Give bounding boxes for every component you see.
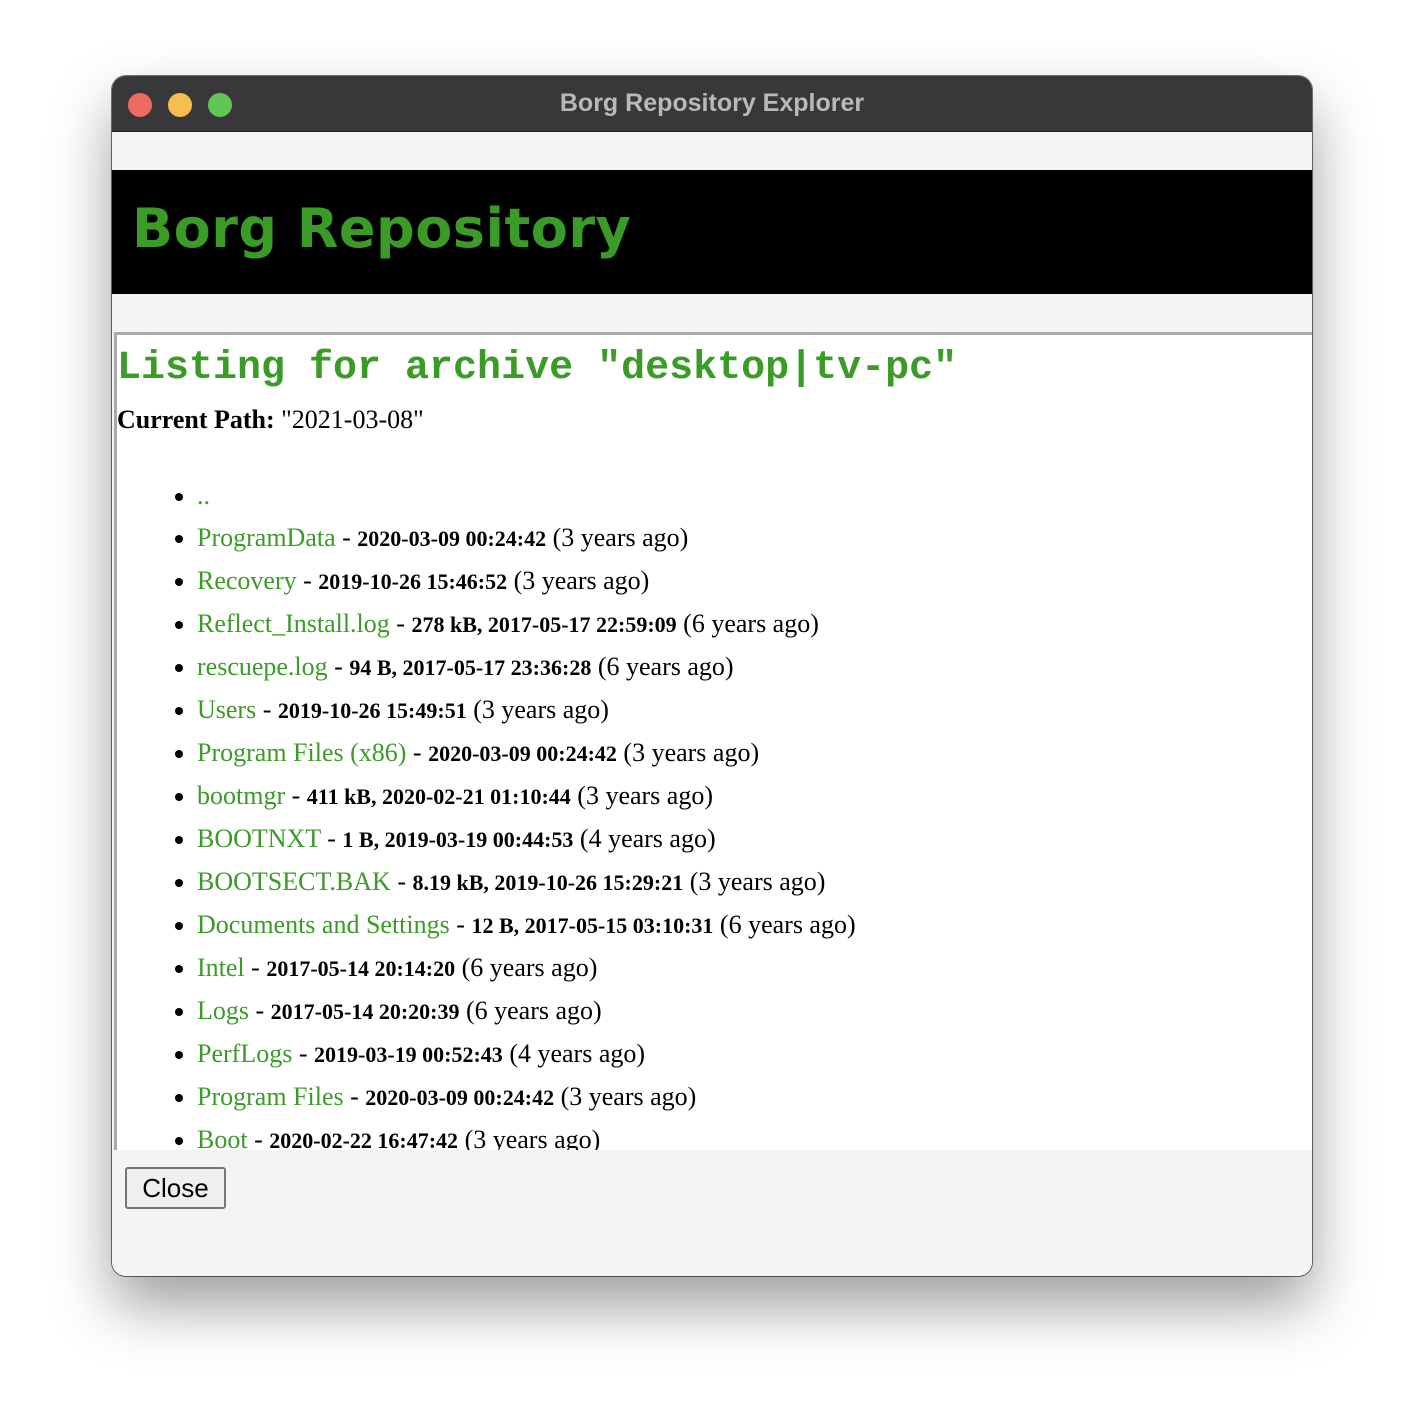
app-window: Borg Repository Explorer Borg Repository… [112,76,1312,1276]
entry-age: (3 years ago) [458,1125,601,1150]
entry-separator: - [244,953,267,982]
entry-link[interactable]: Reflect_Install.log [197,609,390,638]
list-item: Reflect_Install.log - 278 kB, 2017-05-17… [197,603,856,646]
entry-link[interactable]: bootmgr [197,781,285,810]
entry-link[interactable]: Users [197,695,256,724]
entry-separator: - [320,824,343,853]
list-item: Logs - 2017-05-14 20:20:39 (6 years ago) [197,990,856,1033]
entry-meta: 1 B, 2019-03-19 00:44:53 [342,827,574,852]
entry-separator: - [335,523,358,552]
entry-separator: - [285,781,307,810]
file-list: .. ProgramData - 2020-03-09 00:24:42 (3 y… [117,475,856,1150]
list-item: rescuepe.log - 94 B, 2017-05-17 23:36:28… [197,646,856,689]
list-item: ProgramData - 2020-03-09 00:24:42 (3 yea… [197,517,856,560]
entry-meta: 2020-03-09 00:24:42 [357,526,547,551]
entry-link[interactable]: BOOTNXT [197,824,321,853]
entry-age: (3 years ago) [683,867,826,896]
entry-link[interactable]: Boot [197,1125,248,1150]
entry-link[interactable]: Intel [197,953,245,982]
entry-link[interactable]: Recovery [197,566,297,595]
entry-meta: 278 kB, 2017-05-17 22:59:09 [411,612,677,637]
entry-separator: - [296,566,319,595]
banner-title: Borg Repository [132,197,632,260]
entry-link[interactable]: Logs [197,996,249,1025]
entry-meta: 2017-05-14 20:20:39 [270,999,460,1024]
entry-separator: - [343,1082,366,1111]
entry-meta: 2019-10-26 15:46:52 [318,569,508,594]
entry-age: (3 years ago) [546,523,689,552]
page-title: Listing for archive "desktop|tv-pc" [117,346,958,391]
entry-meta: 2020-03-09 00:24:42 [365,1085,555,1110]
entry-meta: 2020-02-22 16:47:42 [269,1128,459,1150]
entry-meta: 12 B, 2017-05-15 03:10:31 [471,913,714,938]
entry-age: (6 years ago) [676,609,819,638]
current-path-value: "2021-03-08" [281,405,424,434]
list-item: Boot - 2020-02-22 16:47:42 (3 years ago) [197,1119,856,1150]
entry-age: (4 years ago) [573,824,716,853]
entry-separator: - [327,652,350,681]
footer-bar: Close [112,1150,1312,1276]
entry-age: (3 years ago) [466,695,609,724]
entry-link[interactable]: PerfLogs [197,1039,292,1068]
entry-separator: - [406,738,429,767]
entry-age: (3 years ago) [554,1082,697,1111]
list-item: Program Files (x86) - 2020-03-09 00:24:4… [197,732,856,775]
entry-separator: - [256,695,278,724]
list-item: bootmgr - 411 kB, 2020-02-21 01:10:44 (3… [197,775,856,818]
entry-separator: - [390,867,413,896]
entry-meta: 2019-03-19 00:52:43 [314,1042,503,1067]
entry-age: (3 years ago) [616,738,760,767]
entry-age: (4 years ago) [502,1039,646,1068]
list-item: Recovery - 2019-10-26 15:46:52 (3 years … [197,560,856,603]
entry-meta: 94 B, 2017-05-17 23:36:28 [349,655,592,680]
entry-link[interactable]: .. [197,481,210,510]
entry-meta: 2019-10-26 15:49:51 [277,698,467,723]
entry-meta: 2017-05-14 20:14:20 [266,956,456,981]
listing-panel[interactable]: Listing for archive "desktop|tv-pc" Curr… [114,332,1312,1150]
current-path-label: Current Path: [117,405,275,434]
entry-separator: - [292,1039,314,1068]
entry-age: (6 years ago) [591,652,734,681]
entry-separator: - [449,910,472,939]
entry-age: (6 years ago) [459,996,602,1025]
entry-link[interactable]: Program Files [197,1082,344,1111]
entry-link[interactable]: rescuepe.log [197,652,328,681]
list-item: .. [197,475,856,517]
entry-separator: - [389,609,412,638]
entry-meta: 8.19 kB, 2019-10-26 15:29:21 [412,870,684,895]
entry-separator: - [249,996,271,1025]
list-item: BOOTNXT - 1 B, 2019-03-19 00:44:53 (4 ye… [197,818,856,861]
entry-link[interactable]: ProgramData [197,523,336,552]
close-button[interactable]: Close [125,1167,226,1209]
entry-meta: 411 kB, 2020-02-21 01:10:44 [306,784,571,809]
entry-link[interactable]: BOOTSECT.BAK [197,867,391,896]
entry-link[interactable]: Program Files (x86) [197,738,406,767]
title-bar[interactable]: Borg Repository Explorer [112,76,1312,132]
list-item: Program Files - 2020-03-09 00:24:42 (3 y… [197,1076,856,1119]
entry-age: (6 years ago) [713,910,856,939]
window-title: Borg Repository Explorer [559,89,865,117]
entry-age: (6 years ago) [455,953,598,982]
current-path: Current Path: "2021-03-08" [117,405,424,435]
list-item: PerfLogs - 2019-03-19 00:52:43 (4 years … [197,1033,856,1076]
list-item: BOOTSECT.BAK - 8.19 kB, 2019-10-26 15:29… [197,861,856,904]
list-item: Users - 2019-10-26 15:49:51 (3 years ago… [197,689,856,732]
list-item: Documents and Settings - 12 B, 2017-05-1… [197,904,856,947]
entry-link[interactable]: Documents and Settings [197,910,450,939]
entry-age: (3 years ago) [507,566,650,595]
entry-meta: 2020-03-09 00:24:42 [428,741,617,766]
header-banner: Borg Repository [112,170,1312,294]
entry-age: (3 years ago) [570,781,713,810]
list-item: Intel - 2017-05-14 20:14:20 (6 years ago… [197,947,856,990]
entry-separator: - [247,1125,270,1150]
